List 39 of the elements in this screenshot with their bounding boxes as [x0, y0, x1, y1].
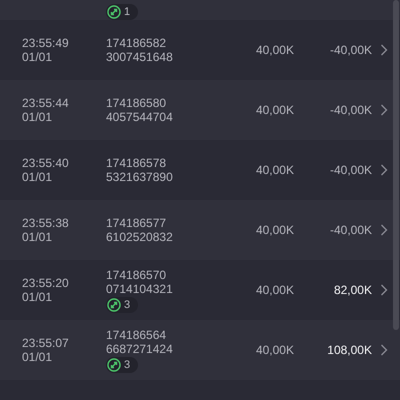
id: 174186578 — [106, 156, 166, 170]
amount: 40,00K — [254, 103, 294, 117]
count: 3 — [124, 358, 130, 372]
amount: 40,00K — [254, 283, 294, 297]
id: 4057544704 — [106, 110, 173, 124]
time: 23:55:38 — [22, 216, 70, 230]
id: 174186580 — [106, 96, 166, 110]
time: 23:55:07 — [22, 336, 70, 350]
id: 174186564 — [106, 328, 166, 342]
date: 01/01 — [22, 110, 54, 124]
id: 174186582 — [106, 36, 166, 50]
time: 23:55:49 — [22, 36, 70, 50]
result: 82,00K — [332, 283, 372, 297]
date: 01/01 — [22, 230, 54, 244]
time: 23:55:44 — [22, 96, 70, 110]
id: 0714104321 — [106, 282, 173, 296]
id: 3007451648 — [106, 50, 173, 64]
count: 1 — [124, 5, 130, 19]
result: -40,00K — [328, 223, 372, 237]
amount: 40,00K — [254, 343, 294, 357]
date: 01/01 — [22, 50, 54, 64]
id: 6102520832 — [106, 230, 173, 244]
result: -40,00K — [328, 43, 372, 57]
amount: 40,00K — [254, 223, 294, 237]
count: 3 — [124, 298, 130, 312]
time: 23:55:40 — [22, 156, 70, 170]
date: 01/01 — [22, 350, 54, 364]
result: -40,00K — [328, 163, 372, 177]
result: -40,00K — [328, 103, 372, 117]
id: 5321637890 — [106, 170, 173, 184]
amount: 40,00K — [254, 43, 294, 57]
result: 108,00K — [326, 343, 372, 357]
amount: 40,00K — [254, 163, 294, 177]
date: 01/01 — [22, 290, 54, 304]
date: 01/01 — [22, 170, 54, 184]
id: 174186570 — [106, 268, 166, 282]
id: 6687271424 — [106, 342, 173, 356]
id: 174186577 — [106, 216, 166, 230]
time: 23:55:20 — [22, 276, 70, 290]
